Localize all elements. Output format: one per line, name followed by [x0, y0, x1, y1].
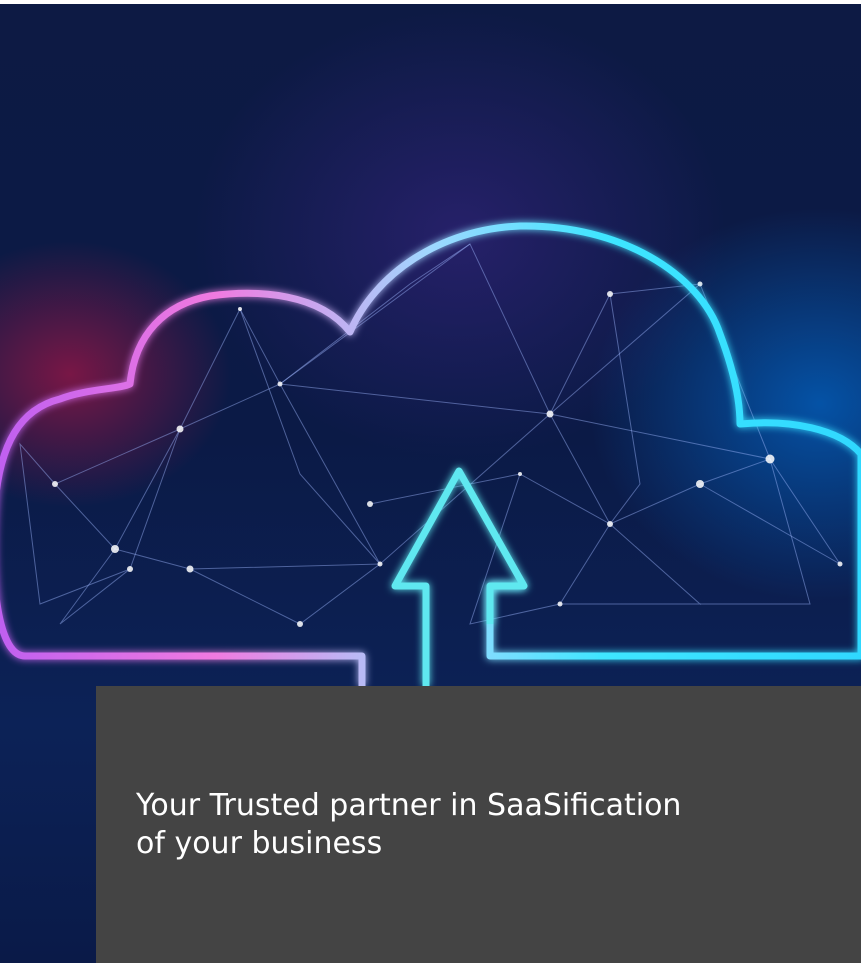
network-mesh	[19, 243, 841, 625]
caption-text: Your Trusted partner in SaaSification of…	[136, 788, 682, 861]
page: Your Trusted partner in SaaSification of…	[0, 0, 861, 963]
cloud-outline	[0, 222, 861, 686]
caption-panel: Your Trusted partner in SaaSification of…	[96, 686, 861, 963]
